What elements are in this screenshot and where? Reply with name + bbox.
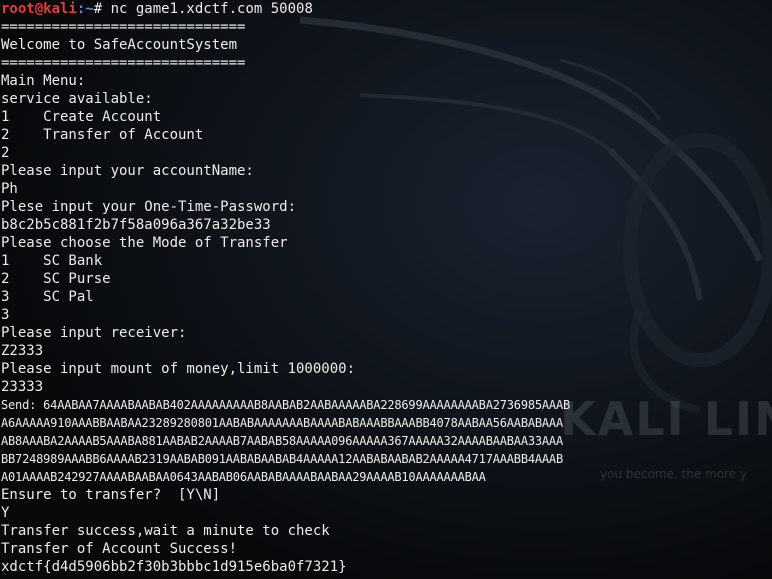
wallpaper-tagline: you become, the more y [600,467,748,481]
output-line: 3 [1,307,10,323]
output-line: Please input receiver: [1,325,187,341]
terminal-output[interactable]: root@kali:~# nc game1.xdctf.com 50008 ==… [1,0,570,576]
wallpaper-watermark: KALI LIN [560,392,772,446]
output-line: 2 [1,145,10,161]
send-data-line: AB8AAABA2AAAAB5AAABA881AABAB2AAAAB7AABAB… [1,434,563,448]
output-line: service available: [1,91,153,107]
output-line: Please input mount of money,limit 100000… [1,361,356,377]
output-line: Ensure to transfer? [Y\N] [1,487,221,503]
prompt-symbol: # [93,1,111,17]
output-line: Please input your accountName: [1,163,254,179]
output-line: ============================= [1,19,246,35]
terminal-window[interactable]: KALI LIN you become, the more y root@kal… [0,0,772,579]
output-line: 1 Create Account [1,109,162,125]
output-line: b8c2b5c881f2b7f58a096a367a32be33 [1,217,271,233]
output-line: 2 SC Purse [1,271,111,287]
prompt-path: :~ [76,1,94,17]
output-line: Please choose the Mode of Transfer [1,235,288,251]
output-line: Transfer of Account Success! [1,541,238,557]
output-line: ============================= [1,55,246,71]
output-line: Plese input your One-Time-Password: [1,199,297,215]
output-line: 3 SC Pal [1,289,94,305]
output-line: 23333 [1,379,44,395]
flag-line: xdctf{d4d5906bb2f30b3bbbc1d915e6ba0f7321… [1,559,347,575]
output-line: Ph [1,181,18,197]
send-data-line: A6AAAAA910AAABBAABAA23289280801AABABAAAA… [1,416,563,430]
send-data-line: BB7248989AAABB6AAAAB2319AABAB091AABABAAB… [1,452,563,466]
command-text: nc game1.xdctf.com 50008 [110,1,313,17]
prompt-user-host: root@kali [1,1,77,17]
send-data-line: Send: 64AABAA7AAAABAABAB402AAAAAAAAAB8AA… [1,398,570,412]
output-line: 2 Transfer of Account [1,127,204,143]
prompt-line: root@kali:~# nc game1.xdctf.com 50008 [1,0,570,18]
output-line: Main Menu: [1,73,86,89]
output-line: 1 SC Bank [1,253,103,269]
output-line: Z2333 [1,343,44,359]
output-line: Transfer success,wait a minute to check [1,523,330,539]
output-line: Y [1,505,10,521]
send-data-line: A01AAAAB242927AAAABAABAA0643AABAB06AABAB… [1,470,486,484]
output-line: Welcome to SafeAccountSystem [1,37,238,53]
